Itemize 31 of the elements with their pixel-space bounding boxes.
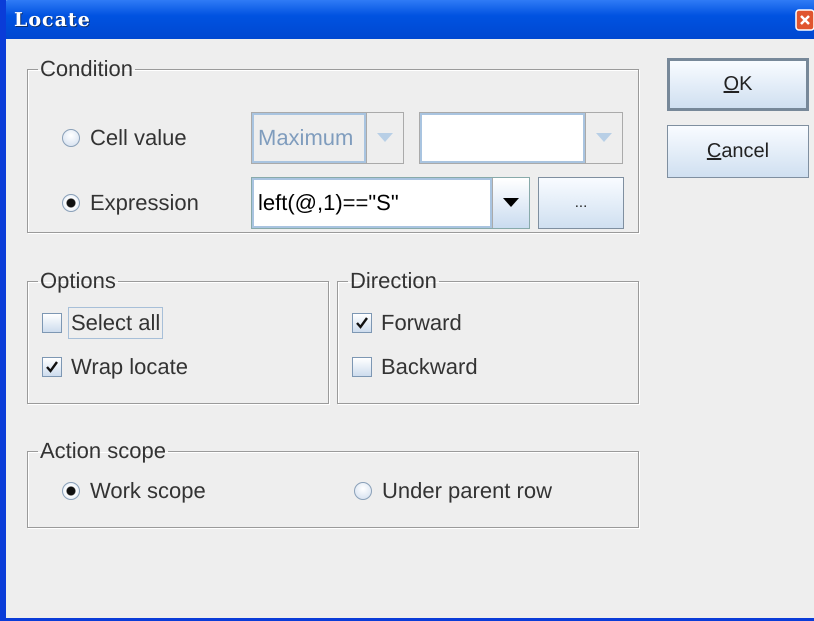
dropdown-arrow-icon [503, 198, 519, 207]
radio-button[interactable] [354, 482, 372, 500]
radio-button[interactable] [62, 128, 80, 146]
radio-label: Under parent row [382, 478, 552, 504]
checkbox-label: Wrap locate [70, 353, 189, 381]
radio-button[interactable] [62, 194, 80, 212]
expression-combo-box[interactable]: left(@,1)=="S" [251, 176, 530, 228]
window-title: Locate [14, 8, 91, 30]
checkbox-label: Backward [380, 353, 479, 381]
group-label: Action scope [39, 440, 167, 462]
group-label: Options [39, 270, 117, 292]
combo-value: Maximum [258, 124, 354, 150]
checkbox[interactable] [42, 357, 62, 377]
checkbox-label: Select all [68, 307, 164, 339]
dropdown-arrow-icon [377, 133, 393, 142]
dialog-button[interactable]: OK [667, 58, 809, 111]
close-icon[interactable] [795, 8, 814, 30]
browse-button[interactable]: ... [538, 176, 624, 228]
group-label: Direction [349, 270, 438, 292]
group-label: Condition [39, 58, 134, 80]
radio-label: Work scope [90, 478, 206, 504]
checkbox[interactable] [42, 313, 62, 333]
checkbox[interactable] [352, 357, 372, 377]
checkbox-label: Forward [380, 309, 463, 337]
combo-value: left(@,1)=="S" [258, 190, 399, 216]
radio-button[interactable] [62, 482, 80, 500]
radio-label: Cell value [90, 124, 187, 150]
radio-label: Expression [90, 190, 199, 216]
checkbox[interactable] [352, 313, 372, 333]
dropdown-arrow-icon [596, 133, 612, 142]
dialog-button[interactable]: Cancel [667, 125, 809, 178]
